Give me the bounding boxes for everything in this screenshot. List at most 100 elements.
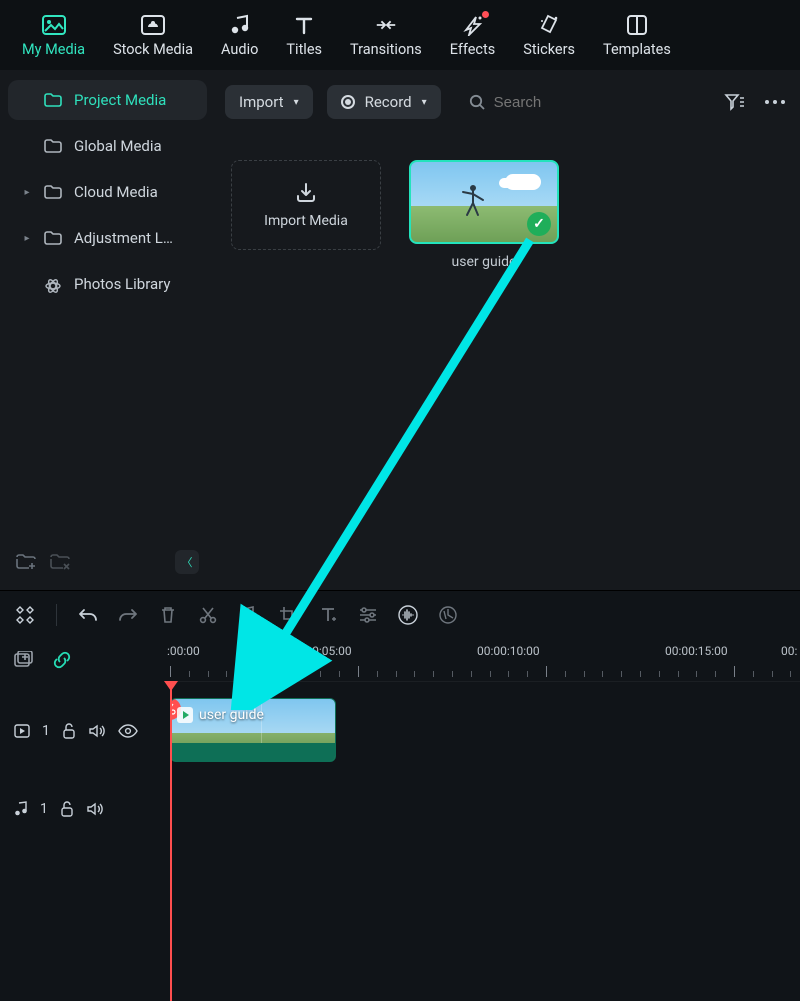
filter-icon[interactable] — [724, 92, 746, 112]
timeline-clip[interactable]: user guide — [170, 698, 336, 762]
ruler-tick-label: 00:00:05:00 — [289, 644, 352, 658]
visibility-icon[interactable] — [118, 724, 138, 738]
lock-icon[interactable] — [60, 801, 74, 817]
ruler-tick-label: 00:00:15:00 — [665, 644, 728, 658]
delete-icon[interactable] — [157, 604, 179, 626]
sidebar-item-label: Photos Library — [74, 275, 170, 293]
timeline-panel: :00:00 00:00:05:00 00:00:10:00 00:00:15:… — [0, 638, 800, 1001]
tab-audio[interactable]: Audio — [209, 7, 270, 64]
tab-effects[interactable]: Effects — [438, 7, 508, 64]
expand-chevron-icon[interactable]: ▸ — [22, 233, 32, 244]
sidebar-item-photos-library[interactable]: Photos Library — [8, 264, 207, 304]
link-icon[interactable] — [52, 650, 72, 670]
sidebar-item-global-media[interactable]: Global Media — [8, 126, 207, 166]
ruler-ticks — [170, 663, 800, 677]
audio-track-index: 1 — [40, 801, 48, 817]
video-track-body[interactable]: user guide — [170, 692, 800, 770]
sidebar-item-label: Adjustment L… — [74, 229, 173, 247]
record-label: Record — [365, 93, 412, 111]
ruler-tick-label: :00:00 — [167, 644, 200, 658]
transitions-icon — [374, 13, 398, 37]
tab-label: Titles — [286, 41, 322, 58]
tab-label: Templates — [603, 41, 671, 58]
titles-icon — [292, 13, 316, 37]
my-media-icon — [42, 13, 66, 37]
audio-track-body[interactable] — [170, 770, 800, 848]
record-icon — [341, 95, 355, 109]
tab-label: Effects — [450, 41, 496, 58]
record-button[interactable]: Record ▾ — [327, 85, 441, 119]
split-icon[interactable] — [197, 604, 219, 626]
clip-thumbnail[interactable]: ✓ — [409, 160, 559, 244]
check-icon: ✓ — [527, 212, 551, 236]
chevron-down-icon: ▾ — [422, 97, 427, 108]
effects-icon — [460, 13, 484, 37]
stock-media-icon — [141, 13, 165, 37]
folder-icon — [44, 139, 62, 153]
redo-icon[interactable] — [117, 604, 139, 626]
play-icon — [177, 707, 193, 723]
tab-label: Stock Media — [113, 41, 193, 58]
import-label: Import — [239, 93, 284, 111]
more-icon[interactable] — [764, 99, 786, 105]
tab-stock-media[interactable]: Stock Media — [101, 7, 205, 64]
timeline-clip-label: user guide — [199, 707, 264, 723]
tab-transitions[interactable]: Transitions — [338, 7, 434, 64]
download-icon — [294, 181, 318, 205]
tab-titles[interactable]: Titles — [274, 7, 334, 64]
media-sidebar: Project Media Global Media ▸ Cloud Media… — [0, 70, 215, 590]
chevron-down-icon: ▾ — [294, 97, 299, 108]
main-panel: Project Media Global Media ▸ Cloud Media… — [0, 70, 800, 590]
audio-track-icon — [14, 801, 28, 817]
person-decoration — [459, 182, 487, 222]
sidebar-item-cloud-media[interactable]: ▸ Cloud Media — [8, 172, 207, 212]
video-track-index: 1 — [42, 723, 50, 739]
search-input[interactable] — [494, 94, 710, 111]
adjust-icon[interactable] — [357, 604, 379, 626]
cloud-decoration — [505, 174, 541, 190]
new-folder-icon[interactable] — [16, 554, 36, 570]
tab-label: My Media — [22, 41, 85, 58]
music-edit-icon[interactable] — [237, 604, 259, 626]
delete-folder-icon[interactable] — [50, 554, 70, 570]
playhead[interactable] — [170, 682, 172, 1001]
audio-wave-icon[interactable] — [397, 604, 419, 626]
import-button[interactable]: Import ▾ — [225, 85, 313, 119]
effects-new-dot — [482, 11, 489, 18]
media-clip: ✓ user guide — [409, 160, 559, 270]
video-track: 1 — [0, 692, 800, 770]
collapse-sidebar-button[interactable]: 〈 — [175, 550, 199, 574]
folder-icon — [44, 185, 62, 199]
lock-icon[interactable] — [62, 723, 76, 739]
toolbar-right — [724, 92, 786, 112]
add-track-icon[interactable] — [14, 651, 34, 669]
timeline-ruler[interactable]: :00:00 00:00:05:00 00:00:10:00 00:00:15:… — [170, 638, 800, 682]
import-media-card[interactable]: Import Media — [231, 160, 381, 250]
timeline-header: :00:00 00:00:05:00 00:00:10:00 00:00:15:… — [0, 638, 800, 682]
search-icon — [469, 94, 486, 111]
sidebar-item-project-media[interactable]: Project Media — [8, 80, 207, 120]
grid-icon[interactable] — [14, 604, 36, 626]
sidebar-item-label: Global Media — [74, 137, 162, 155]
import-card-label: Import Media — [264, 213, 348, 229]
text-icon[interactable] — [317, 604, 339, 626]
timeline-toolbar — [0, 590, 800, 638]
mute-icon[interactable] — [86, 801, 104, 817]
top-tab-bar: My Media Stock Media Audio Titles Transi… — [0, 0, 800, 70]
search-field[interactable] — [455, 94, 710, 111]
mute-icon[interactable] — [88, 723, 106, 739]
tab-stickers[interactable]: Stickers — [511, 7, 587, 64]
undo-icon[interactable] — [77, 604, 99, 626]
tab-label: Stickers — [523, 41, 575, 58]
crop-icon[interactable] — [277, 604, 299, 626]
tab-templates[interactable]: Templates — [591, 7, 683, 64]
sidebar-item-adjustment-layers[interactable]: ▸ Adjustment L… — [8, 218, 207, 258]
audio-icon — [228, 13, 252, 37]
clip-audio-lane — [171, 743, 335, 761]
clip-name-label: user guide — [452, 254, 517, 270]
expand-chevron-icon[interactable]: ▸ — [22, 187, 32, 198]
folder-icon — [44, 93, 62, 107]
tab-label: Transitions — [350, 41, 422, 58]
speed-icon[interactable] — [437, 604, 459, 626]
tab-my-media[interactable]: My Media — [10, 7, 97, 64]
